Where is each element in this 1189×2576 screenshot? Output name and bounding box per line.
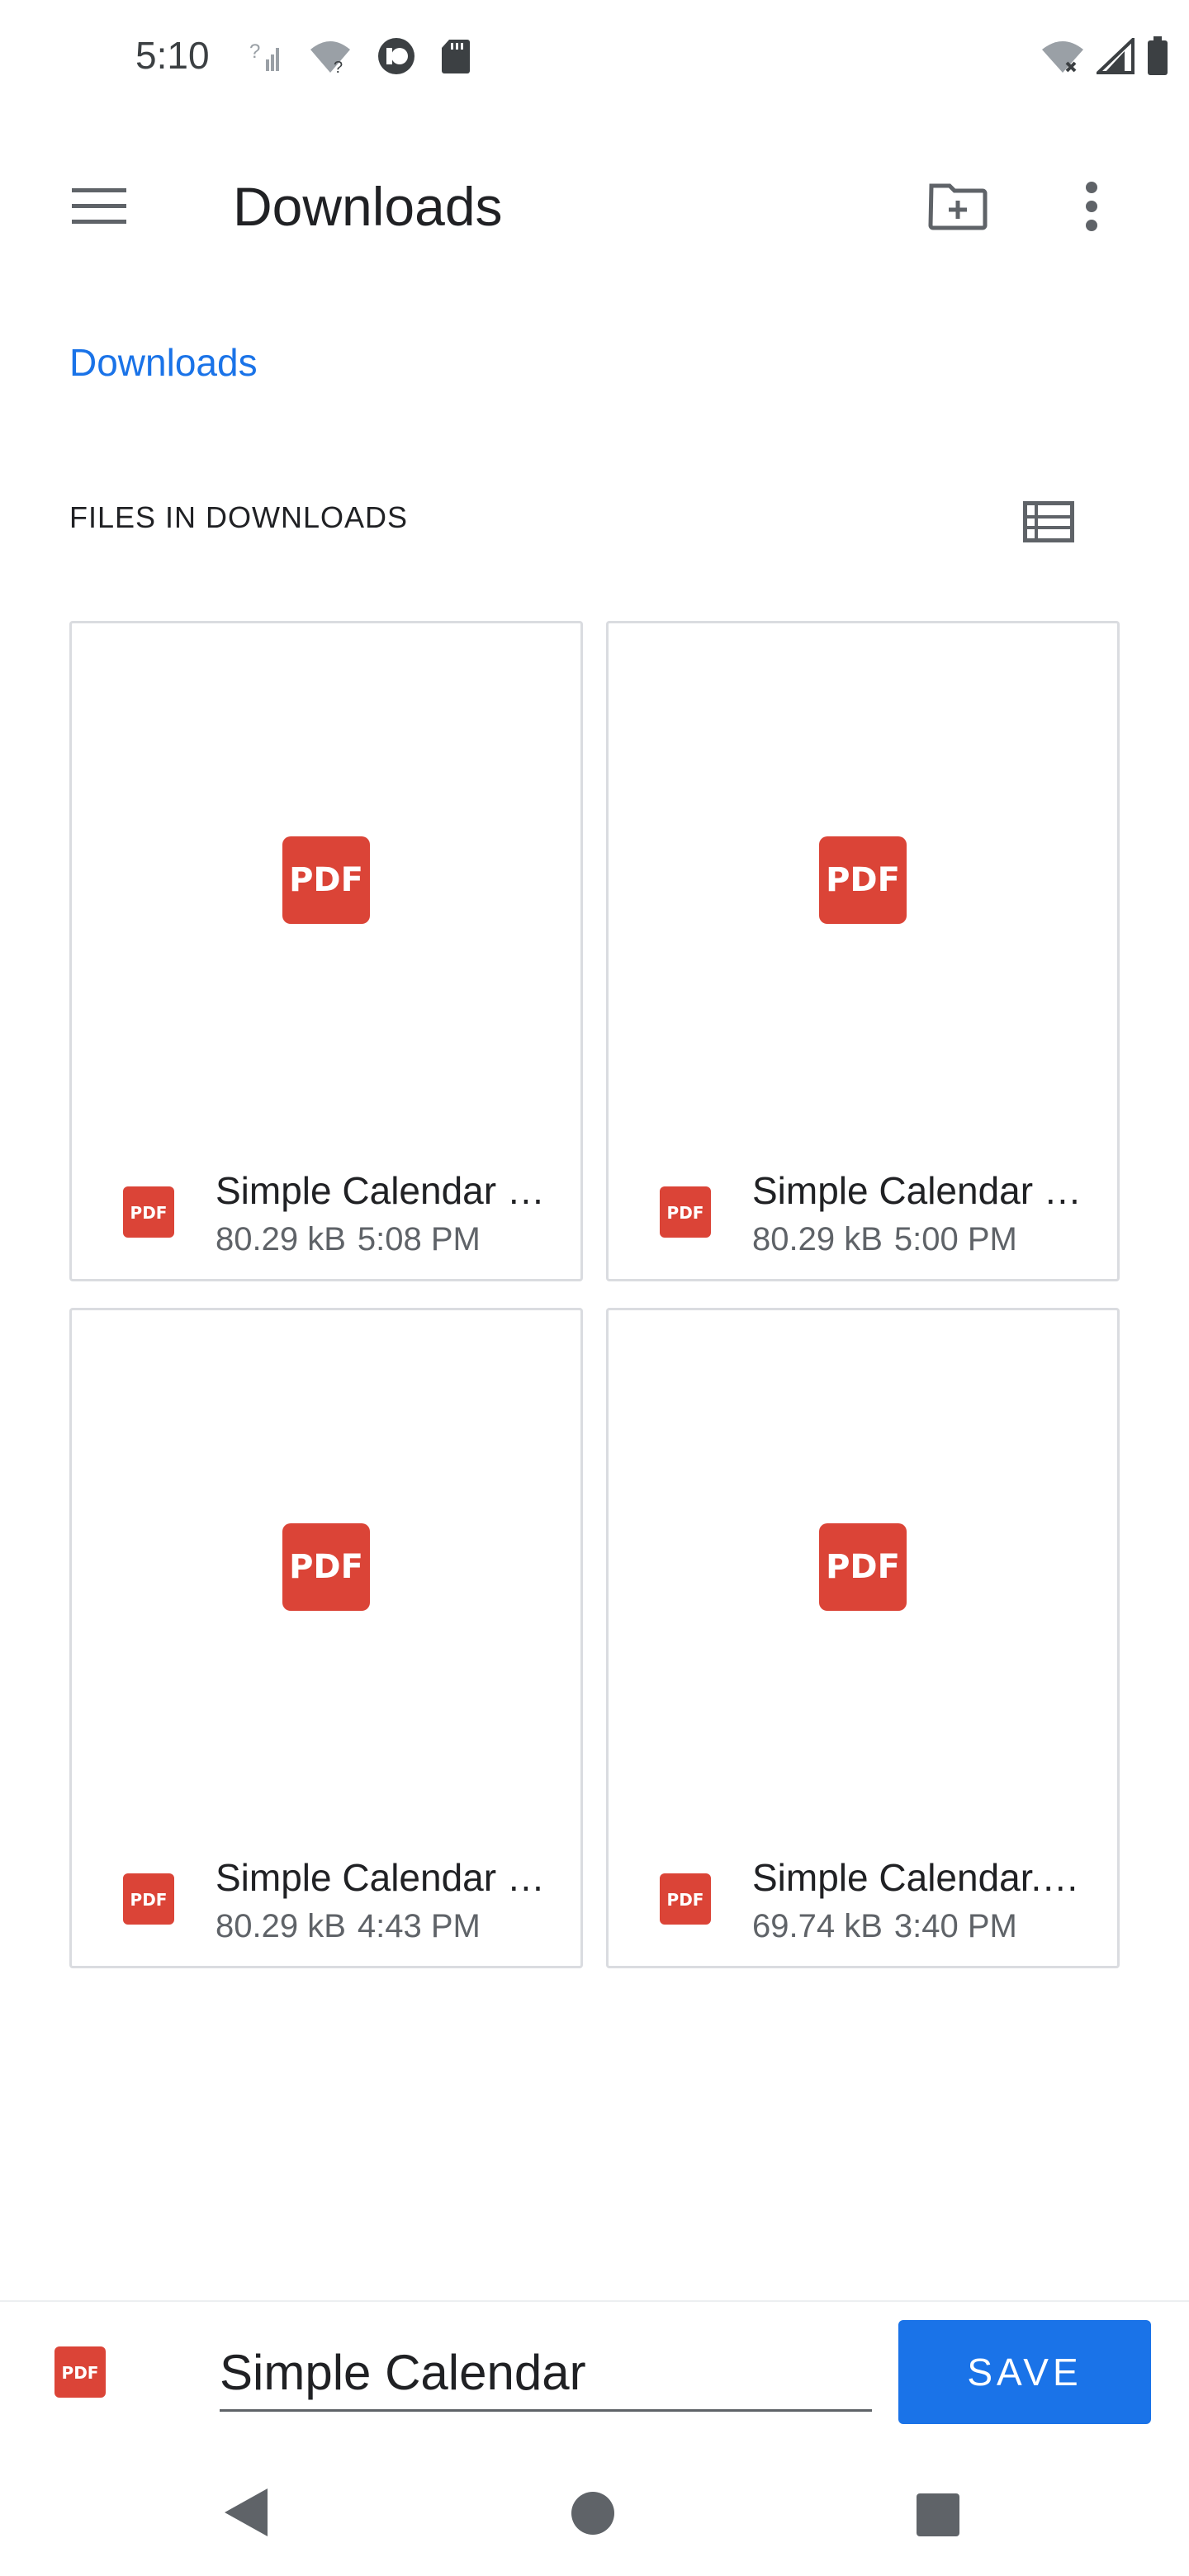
section-header: FILES IN DOWNLOADS [69,500,409,534]
breadcrumb[interactable]: Downloads [69,340,258,385]
file-name: Simple Calendar … [752,1169,1082,1212]
file-card[interactable]: PDF PDF Simple Calendar … 80.29 kB 4:43 P… [69,1308,583,1968]
file-name: Simple Calendar.… [752,1856,1080,1899]
file-time: 3:40 PM [893,1908,1017,1944]
hamburger-menu-icon [72,188,126,224]
file-meta: 80.29 kB 4:43 PM [216,1908,481,1945]
menu-button[interactable] [66,173,132,239]
file-name: Simple Calendar … [216,1169,545,1212]
file-size: 80.29 kB [216,1908,346,1944]
status-right-icons [1040,33,1169,79]
vpn-key-icon [378,38,414,74]
wifi-no-internet-icon [1042,41,1083,73]
file-time: 5:00 PM [893,1221,1017,1257]
pdf-file-type-icon: PDF [123,1873,174,1925]
file-size: 69.74 kB [752,1908,883,1944]
file-card[interactable]: PDF PDF Simple Calendar … 80.29 kB 5:00 P… [606,621,1120,1281]
sd-card-icon [442,40,470,73]
view-list-icon [1023,501,1074,542]
wifi-unknown-icon: ? [310,41,350,74]
pdf-file-type-label: PDF [667,1890,704,1910]
file-size: 80.29 kB [752,1221,883,1257]
status-bar: 5:10 ? ? [0,0,1189,116]
recent-apps-icon[interactable] [915,2492,961,2538]
save-button[interactable]: SAVE [898,2320,1151,2424]
pdf-thumbnail-label: PDF [289,861,363,899]
pdf-file-type-icon: PDF [54,2346,106,2398]
status-left-icons: ? ? [248,33,471,79]
filename-input[interactable] [220,2335,872,2412]
file-time: 5:08 PM [357,1221,481,1257]
file-size: 80.29 kB [216,1221,346,1257]
pdf-thumbnail-icon: PDF [819,836,907,924]
create-new-folder-icon [928,183,988,230]
pdf-file-type-label: PDF [130,1203,168,1223]
svg-text:?: ? [249,40,260,63]
more-vert-icon [1086,182,1097,231]
pdf-thumbnail-label: PDF [826,861,900,899]
file-time: 4:43 PM [357,1908,481,1944]
system-nav-bar [0,2457,1189,2576]
file-grid: PDF PDF Simple Calendar … 80.29 kB 5:08 P… [69,621,1120,1968]
pdf-file-type-label: PDF [130,1890,168,1910]
pdf-file-type-label: PDF [62,2363,99,2383]
battery-icon [1148,36,1168,75]
home-icon[interactable] [570,2490,616,2536]
list-view-toggle-button[interactable] [1019,495,1078,548]
more-options-button[interactable] [1062,173,1121,239]
pdf-thumbnail-icon: PDF [282,836,370,924]
app-bar: Downloads [0,132,1189,281]
file-card[interactable]: PDF PDF Simple Calendar … 80.29 kB 5:08 P… [69,621,583,1281]
pdf-file-type-icon: PDF [660,1186,711,1238]
pdf-file-type-icon: PDF [123,1186,174,1238]
file-name: Simple Calendar … [216,1856,545,1899]
pdf-file-type-label: PDF [667,1203,704,1223]
cell-signal-icon [1097,38,1135,74]
status-time: 5:10 [135,34,210,77]
file-meta: 80.29 kB 5:08 PM [216,1221,481,1258]
page-title: Downloads [233,176,503,237]
back-icon[interactable] [221,2485,271,2540]
new-folder-button[interactable] [921,173,994,239]
pdf-thumbnail-label: PDF [289,1548,363,1586]
save-bar: PDF SAVE [0,2300,1189,2459]
svg-text:?: ? [334,59,343,74]
file-meta: 69.74 kB 3:40 PM [752,1908,1017,1945]
signal-unknown-icon: ? [249,40,279,71]
pdf-thumbnail-icon: PDF [819,1523,907,1611]
pdf-thumbnail-label: PDF [826,1548,900,1586]
file-meta: 80.29 kB 5:00 PM [752,1221,1017,1258]
pdf-file-type-icon: PDF [660,1873,711,1925]
pdf-thumbnail-icon: PDF [282,1523,370,1611]
file-card[interactable]: PDF PDF Simple Calendar.… 69.74 kB 3:40 P… [606,1308,1120,1968]
